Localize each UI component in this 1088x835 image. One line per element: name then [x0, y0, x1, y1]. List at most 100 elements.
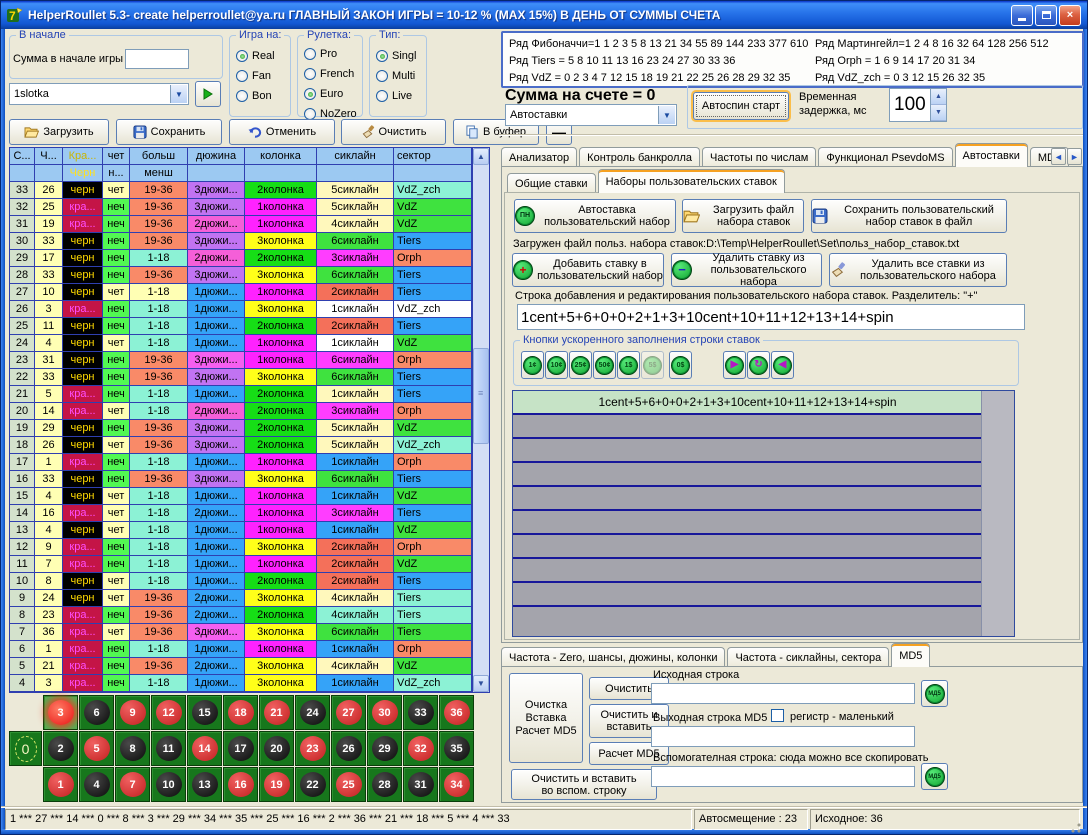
md5-calc-source-button[interactable]: МД5	[921, 680, 948, 707]
md5-source-input[interactable]	[651, 683, 915, 704]
play-button[interactable]	[195, 81, 221, 107]
board-number-22[interactable]: 22	[295, 767, 330, 802]
lowercase-checkbox[interactable]	[771, 709, 784, 722]
board-number-17[interactable]: 17	[223, 731, 258, 766]
autostake-user-set-button[interactable]: ПН Автоставка пользовательский набор	[514, 199, 676, 233]
play-chip[interactable]: ▶	[723, 351, 746, 379]
add-stake-button[interactable]: + Добавить ставку в пользовательский наб…	[512, 253, 664, 287]
main-tab[interactable]: Частоты по числам	[702, 147, 816, 167]
tab-scroll-right-icon[interactable]: ►	[1067, 148, 1082, 165]
board-number-9[interactable]: 9	[115, 695, 150, 730]
board-number-20[interactable]: 20	[259, 731, 294, 766]
radio-french[interactable]: French	[304, 64, 357, 84]
chip-50¢[interactable]: 50¢	[593, 351, 616, 379]
board-number-4[interactable]: 4	[79, 767, 114, 802]
board-number-2[interactable]: 2	[43, 731, 78, 766]
board-number-34[interactable]: 34	[439, 767, 474, 802]
board-number-7[interactable]: 7	[115, 767, 150, 802]
board-number-15[interactable]: 15	[187, 695, 222, 730]
main-tab[interactable]: Анализатор	[501, 147, 577, 167]
chevron-down-icon[interactable]: ▼	[170, 85, 187, 103]
resize-grip[interactable]	[1071, 823, 1081, 833]
bet-set-row[interactable]: 1cent+5+6+0+0+2+1+3+10cent+10+11+12+13+1…	[513, 391, 982, 413]
scroll-down-icon[interactable]: ▼	[473, 675, 489, 692]
mode-combo[interactable]: Автоставки ▼	[505, 104, 677, 126]
spinner-up-icon[interactable]: ▲	[931, 89, 946, 105]
board-number-24[interactable]: 24	[295, 695, 330, 730]
radio-real[interactable]: Real	[236, 46, 275, 66]
board-number-36[interactable]: 36	[439, 695, 474, 730]
tab-scroll-left-icon[interactable]: ◄	[1051, 148, 1066, 165]
autospin-start-button[interactable]: Автоспин старт	[693, 92, 789, 120]
board-number-35[interactable]: 35	[439, 731, 474, 766]
board-number-27[interactable]: 27	[331, 695, 366, 730]
clear-button[interactable]: Очистить	[341, 119, 446, 145]
scroll-thumb[interactable]	[473, 348, 489, 444]
main-tab[interactable]: Контроль банкролла	[579, 147, 700, 167]
load-button[interactable]: Загрузить	[9, 119, 109, 145]
board-number-13[interactable]: 13	[187, 767, 222, 802]
board-number-23[interactable]: 23	[295, 731, 330, 766]
chip-25¢[interactable]: 25¢	[569, 351, 592, 379]
board-number-30[interactable]: 30	[367, 695, 402, 730]
board-number-25[interactable]: 25	[331, 767, 366, 802]
radio-euro[interactable]: Euro	[304, 84, 357, 104]
board-number-32[interactable]: 32	[403, 731, 438, 766]
chip-0$[interactable]: 0$	[669, 351, 692, 379]
bottom-tab[interactable]: Частота - Zero, шансы, дюжины, колонки	[501, 647, 725, 667]
board-number-6[interactable]: 6	[79, 695, 114, 730]
board-number-10[interactable]: 10	[151, 767, 186, 802]
md5-calc-aux-button[interactable]: МД5	[921, 763, 948, 790]
scroll-up-icon[interactable]: ▲	[473, 148, 489, 165]
board-number-14[interactable]: 14	[187, 731, 222, 766]
board-number-33[interactable]: 33	[403, 695, 438, 730]
back-chip[interactable]: ◀	[771, 351, 794, 379]
radio-multi[interactable]: Multi	[376, 66, 416, 86]
radio-singl[interactable]: Singl	[376, 46, 416, 66]
board-number-12[interactable]: 12	[151, 695, 186, 730]
board-number-11[interactable]: 11	[151, 731, 186, 766]
radio-pro[interactable]: Pro	[304, 44, 357, 64]
bottom-tab[interactable]: Частота - сиклайны, сектора	[727, 647, 889, 667]
board-number-31[interactable]: 31	[403, 767, 438, 802]
chip-1$[interactable]: 1$	[617, 351, 640, 379]
board-number-29[interactable]: 29	[367, 731, 402, 766]
board-number-1[interactable]: 1	[43, 767, 78, 802]
close-button[interactable]: ×	[1059, 5, 1081, 26]
slot-combo[interactable]: 1slotka ▼	[9, 83, 189, 105]
board-number-8[interactable]: 8	[115, 731, 150, 766]
minimize-button[interactable]	[1011, 5, 1033, 26]
chip-1¢[interactable]: 1¢	[521, 351, 544, 379]
chip-10¢[interactable]: 10¢	[545, 351, 568, 379]
md5-clear-paste-calc-button[interactable]: Очистка Вставка Расчет MD5	[509, 673, 583, 763]
board-number-18[interactable]: 18	[223, 695, 258, 730]
spinner-down-icon[interactable]: ▼	[931, 105, 946, 121]
sub-tab[interactable]: Общие ставки	[507, 173, 596, 193]
bottom-tab[interactable]: MD5	[891, 643, 930, 667]
start-sum-input[interactable]	[125, 49, 189, 69]
board-number-26[interactable]: 26	[331, 731, 366, 766]
main-tab[interactable]: Функционал PsevdoMS	[818, 147, 952, 167]
save-set-file-button[interactable]: Сохранить пользовательский набор ставок …	[811, 199, 1007, 233]
chevron-down-icon[interactable]: ▼	[658, 106, 675, 124]
radio-fan[interactable]: Fan	[236, 66, 275, 86]
board-number-16[interactable]: 16	[223, 767, 258, 802]
load-set-file-button[interactable]: Загрузить файл набора ставок	[682, 199, 804, 233]
radio-bon[interactable]: Bon	[236, 86, 275, 106]
bet-string-input[interactable]	[517, 304, 1025, 330]
md5-aux-input[interactable]	[651, 766, 915, 787]
board-number-5[interactable]: 5	[79, 731, 114, 766]
board-number-19[interactable]: 19	[259, 767, 294, 802]
delay-spinner[interactable]: 100 ▲ ▼	[889, 88, 947, 122]
undo-button[interactable]: Отменить	[229, 119, 335, 145]
md5-output-input[interactable]	[651, 726, 915, 747]
board-zero-cell[interactable]: 0	[9, 731, 42, 766]
remove-all-stakes-button[interactable]: Удалить все ставки из пользовательского …	[829, 253, 1007, 287]
board-number-21[interactable]: 21	[259, 695, 294, 730]
sub-tab[interactable]: Наборы пользовательских ставок	[598, 169, 785, 193]
maximize-button[interactable]	[1035, 5, 1057, 26]
table-scrollbar[interactable]: ▲ ▼	[472, 148, 489, 692]
board-number-28[interactable]: 28	[367, 767, 402, 802]
main-tab[interactable]: Автоставки	[955, 143, 1028, 167]
save-button[interactable]: Сохранить	[116, 119, 222, 145]
